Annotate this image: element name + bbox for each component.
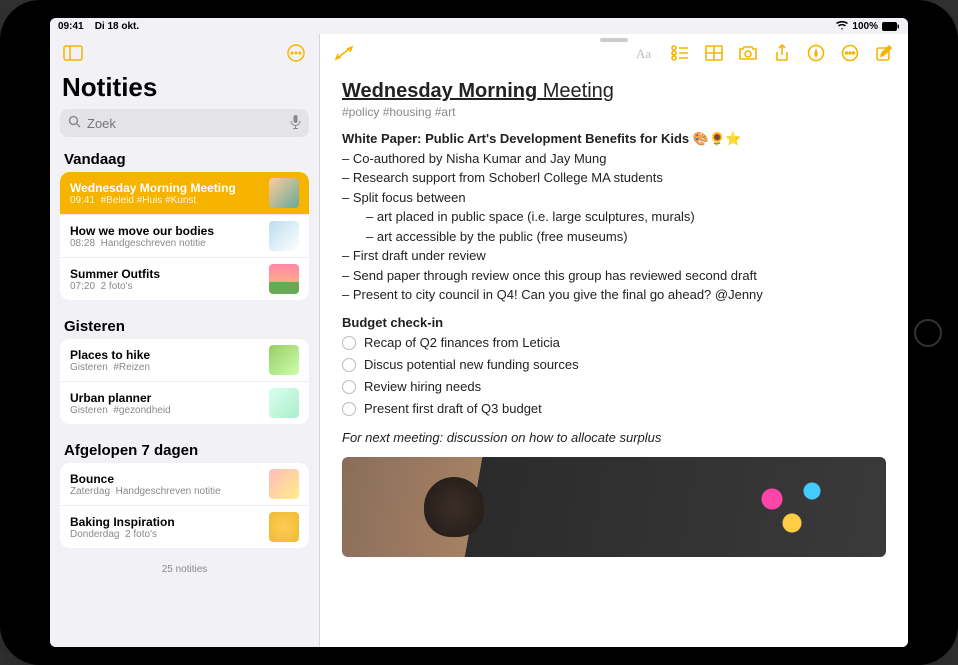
note-thumbnail	[269, 512, 299, 542]
section-header-today: Vandaag	[60, 145, 309, 172]
camera-button[interactable]	[734, 39, 762, 67]
note-line: – Present to city council in Q4! Can you…	[342, 285, 886, 305]
note-item[interactable]: How we move our bodies 08:28 Handgeschre…	[60, 215, 309, 258]
checklist-title: Budget check-in	[342, 315, 886, 330]
note-heading: White Paper: Public Art's Development Be…	[342, 129, 886, 149]
table-button[interactable]	[700, 39, 728, 67]
note-thumbnail	[269, 469, 299, 499]
checkbox-icon[interactable]	[342, 380, 356, 394]
note-item[interactable]: Places to hike Gisteren #Reizen	[60, 339, 309, 382]
status-battery-text: 100%	[852, 21, 878, 32]
note-title: Wednesday Morning Meeting	[342, 80, 886, 103]
search-input[interactable]	[87, 116, 284, 131]
wifi-icon	[836, 21, 848, 31]
text-format-button[interactable]: Aa	[632, 39, 660, 67]
checkbox-icon[interactable]	[342, 358, 356, 372]
note-item-sub: Donderdag 2 foto's	[70, 529, 261, 540]
note-body[interactable]: Wednesday Morning Meeting #policy #housi…	[320, 72, 908, 647]
note-item-sub: 08:28 Handgeschreven notitie	[70, 238, 261, 249]
note-line: – Co-authored by Nisha Kumar and Jay Mun…	[342, 149, 886, 169]
note-item[interactable]: Summer Outfits 07:20 2 foto's	[60, 258, 309, 300]
notes-sidebar: Notities Vandaag	[50, 34, 320, 647]
share-button[interactable]	[768, 39, 796, 67]
note-thumbnail	[269, 345, 299, 375]
search-box[interactable]	[60, 109, 309, 137]
note-line: – Research support from Schoberl College…	[342, 168, 886, 188]
note-footer-line: For next meeting: discussion on how to a…	[342, 430, 886, 445]
section-header-last7: Afgelopen 7 dagen	[60, 436, 309, 463]
status-date: Di 18 okt.	[95, 21, 139, 32]
note-editor: Aa	[320, 34, 908, 647]
note-thumbnail	[269, 221, 299, 251]
section-header-yesterday: Gisteren	[60, 312, 309, 339]
markup-button[interactable]	[802, 39, 830, 67]
note-line: – art accessible by the public (free mus…	[342, 227, 886, 247]
expand-button[interactable]	[330, 39, 358, 67]
note-line: – Split focus between	[342, 188, 886, 208]
home-button[interactable]	[914, 319, 942, 347]
svg-text:Aa: Aa	[636, 46, 651, 61]
note-item-title: Summer Outfits	[70, 267, 261, 281]
checkbox-icon[interactable]	[342, 336, 356, 350]
note-attachment-image[interactable]	[342, 457, 886, 557]
note-item-title: How we move our bodies	[70, 224, 261, 238]
drag-handle-icon[interactable]	[600, 38, 628, 42]
note-item-title: Urban planner	[70, 391, 261, 405]
note-item-title: Bounce	[70, 472, 261, 486]
note-item-sub: 09:41 #Beleid #Huis #Kunst	[70, 195, 261, 206]
note-line: – Send paper through review once this gr…	[342, 266, 886, 286]
editor-toolbar: Aa	[320, 34, 908, 72]
checkbox-icon[interactable]	[342, 402, 356, 416]
note-line: – First draft under review	[342, 246, 886, 266]
compose-button[interactable]	[870, 39, 898, 67]
sidebar-title: Notities	[50, 72, 319, 109]
note-item-title: Places to hike	[70, 348, 261, 362]
status-bar: 09:41 Di 18 okt. 100%	[50, 18, 908, 34]
status-time: 09:41	[58, 21, 84, 32]
note-item-sub: Zaterdag Handgeschreven notitie	[70, 486, 261, 497]
note-item-title: Wednesday Morning Meeting	[70, 181, 261, 195]
note-thumbnail	[269, 388, 299, 418]
more-options-button[interactable]	[283, 40, 309, 66]
more-button[interactable]	[836, 39, 864, 67]
note-item-sub: 07:20 2 foto's	[70, 281, 261, 292]
note-item-title: Baking Inspiration	[70, 515, 261, 529]
note-line: – art placed in public space (i.e. large…	[342, 207, 886, 227]
note-item[interactable]: Baking Inspiration Donderdag 2 foto's	[60, 506, 309, 548]
checklist-item[interactable]: Discus potential new funding sources	[342, 354, 886, 376]
note-item-sub: Gisteren #Reizen	[70, 362, 261, 373]
sidebar-toggle-button[interactable]	[60, 40, 86, 66]
note-thumbnail	[269, 178, 299, 208]
note-item-sub: Gisteren #gezondheid	[70, 405, 261, 416]
note-thumbnail	[269, 264, 299, 294]
checklist-item[interactable]: Recap of Q2 finances from Leticia	[342, 332, 886, 354]
search-icon	[68, 115, 81, 131]
note-item[interactable]: Wednesday Morning Meeting 09:41 #Beleid …	[60, 172, 309, 215]
battery-icon	[882, 22, 900, 31]
mic-icon[interactable]	[290, 115, 301, 132]
note-tags: #policy #housing #art	[342, 105, 886, 119]
note-item[interactable]: Urban planner Gisteren #gezondheid	[60, 382, 309, 424]
checklist-item[interactable]: Present first draft of Q3 budget	[342, 398, 886, 420]
checklist-item[interactable]: Review hiring needs	[342, 376, 886, 398]
note-item[interactable]: Bounce Zaterdag Handgeschreven notitie	[60, 463, 309, 506]
notes-count-footer: 25 notities	[60, 560, 309, 583]
checklist-button[interactable]	[666, 39, 694, 67]
